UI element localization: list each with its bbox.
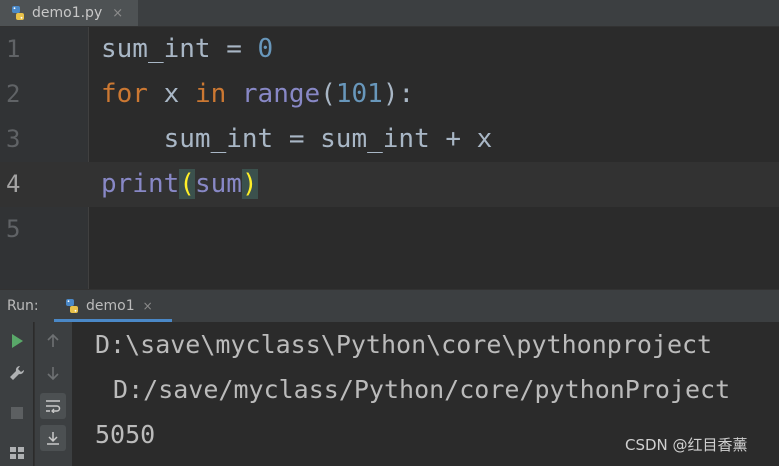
code-editor[interactable]: 1 sum_int = 0 2 for x in range(101): 3 s… (0, 27, 779, 257)
console-output-result: 5050 (95, 420, 156, 449)
close-tab-icon[interactable]: × (112, 6, 123, 21)
line-number: 1 (6, 35, 21, 63)
python-file-icon (10, 5, 26, 21)
line-number: 5 (6, 215, 21, 243)
code-line-3[interactable]: 3 sum_int = sum_int + x (0, 117, 779, 162)
editor-tab-demo1[interactable]: demo1.py × (0, 0, 138, 26)
run-toolbar-right (34, 322, 72, 466)
line-number: 3 (6, 125, 21, 153)
code-text: print(sum) (101, 169, 258, 199)
line-number: 2 (6, 80, 21, 108)
run-toolbar-left (0, 322, 33, 466)
editor-empty-area[interactable] (0, 257, 779, 289)
code-line-2[interactable]: 2 for x in range(101): (0, 72, 779, 117)
run-title: Run: (7, 298, 39, 314)
wrench-icon[interactable] (4, 360, 30, 386)
scroll-to-end-icon[interactable] (40, 425, 66, 451)
stop-icon[interactable] (4, 400, 30, 426)
code-line-4[interactable]: 4 print(sum) (0, 162, 779, 207)
editor-tab-label: demo1.py (32, 5, 103, 21)
editor-tab-bar: demo1.py × (0, 0, 779, 27)
watermark: CSDN @红目香薰 (625, 436, 748, 454)
console-line: D:\save\myclass\Python\core\pythonprojec… (95, 330, 713, 359)
python-icon (64, 298, 80, 314)
down-arrow-icon[interactable] (40, 360, 66, 386)
code-line-1[interactable]: 1 sum_int = 0 (0, 27, 779, 72)
code-text: sum_int = sum_int + x (101, 124, 493, 154)
code-line-5[interactable]: 5 (0, 207, 779, 252)
gutter-extension (0, 257, 89, 289)
soft-wrap-icon[interactable] (40, 393, 66, 419)
code-text: sum_int = 0 (101, 34, 274, 64)
run-toolwindow-header: Run: demo1 × (0, 289, 779, 322)
line-number: 4 (6, 170, 21, 198)
run-tab-demo1[interactable]: demo1 × (54, 290, 172, 322)
console-line: D:/save/myclass/Python/core/pythonProjec… (98, 375, 731, 404)
close-run-tab-icon[interactable]: × (143, 299, 153, 313)
layout-icon[interactable] (4, 440, 30, 466)
run-icon[interactable] (4, 328, 30, 354)
up-arrow-icon[interactable] (40, 328, 66, 354)
run-tab-label: demo1 (86, 298, 135, 314)
code-text: for x in range(101): (101, 79, 415, 109)
